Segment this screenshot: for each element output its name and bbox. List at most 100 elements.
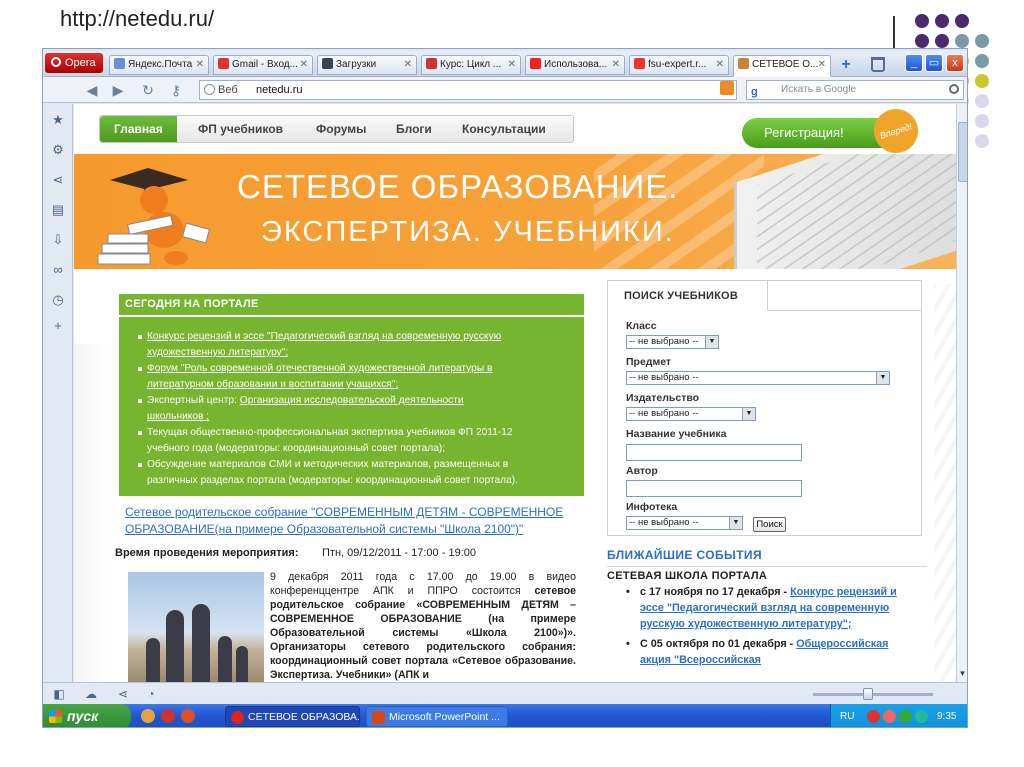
menu-item-blogs[interactable]: Блоги: [396, 116, 432, 142]
tab-downloads[interactable]: Загрузки ✕: [317, 55, 417, 75]
scrollbar-thumb[interactable]: [958, 122, 967, 182]
reload-icon[interactable]: ↻: [139, 81, 157, 99]
author-input[interactable]: [626, 480, 802, 497]
line: Организация исследовательской деятельнос…: [239, 395, 464, 406]
opera-quicklaunch-icon[interactable]: [161, 709, 175, 723]
close-tab-icon[interactable]: ✕: [508, 56, 516, 74]
menu-item-home[interactable]: Главная: [100, 116, 177, 142]
tab-label: СЕТЕВОЕ О...: [752, 59, 819, 70]
tab-gmail[interactable]: Gmail - Вход... ✕: [213, 55, 313, 75]
trash-icon[interactable]: [871, 57, 885, 72]
close-tab-icon[interactable]: ✕: [612, 56, 620, 74]
title-input[interactable]: [626, 444, 802, 461]
menu-item-fp-textbooks[interactable]: ФП учебников: [198, 116, 283, 142]
close-tab-icon[interactable]: ✕: [818, 56, 826, 74]
search-icon[interactable]: [949, 84, 959, 94]
bookmarks-star-icon[interactable]: ★: [50, 112, 66, 128]
menu-item-forums[interactable]: Форумы: [316, 116, 366, 142]
portal-school-heading: СЕТЕВАЯ ШКОЛА ПОРТАЛА: [607, 570, 768, 582]
restore-button[interactable]: ▭: [925, 54, 943, 72]
infotheque-select[interactable]: -- не выбрано -- ▼: [626, 516, 743, 530]
tab-yandex-mail[interactable]: Яндекс.Почта ✕: [109, 55, 209, 75]
powerpoint-icon: [372, 711, 385, 724]
notes-icon[interactable]: ▤: [50, 202, 66, 218]
text-bold: сетевое родительское собрание «СОВРЕМЕНН…: [270, 585, 576, 681]
gear-icon[interactable]: ⚙: [50, 142, 66, 158]
publisher-select[interactable]: -- не выбрано -- ▼: [626, 407, 756, 421]
tab-course[interactable]: Курс: Цикл ... ✕: [421, 55, 521, 75]
tray-icon[interactable]: [915, 710, 928, 723]
key-icon[interactable]: ⚷: [167, 81, 185, 99]
line: Конкурс рецензий и эссе "Педагогический …: [147, 331, 502, 342]
today-heading: СЕГОДНЯ НА ПОРТАЛЕ: [125, 298, 259, 310]
cloud-icon[interactable]: ☁: [83, 686, 99, 702]
tab-usage[interactable]: Использова... ✕: [525, 55, 625, 75]
tab-fsu-expert[interactable]: fsu-expert.r... ✕: [629, 55, 729, 75]
list-item: Форум "Роль современной отечественной ху…: [138, 361, 579, 393]
close-window-button[interactable]: x: [946, 54, 964, 72]
subject-select[interactable]: -- не выбрано -- ▼: [626, 371, 890, 385]
search-submit-button[interactable]: Поиск: [753, 517, 786, 532]
opera-menu-button[interactable]: Opera: [45, 53, 103, 73]
textbook-search-panel: ПОИСК УЧЕБНИКОВ Класс -- не выбрано -- ▼ …: [607, 280, 922, 536]
list-item: Обсуждение материалов СМИ и методических…: [138, 457, 579, 489]
new-tab-icon[interactable]: +: [837, 56, 855, 74]
select-value: -- не выбрано --: [629, 372, 699, 383]
language-indicator[interactable]: RU: [840, 704, 854, 727]
tray-icon[interactable]: [867, 710, 880, 723]
panel-toggle-icon[interactable]: ◧: [51, 686, 67, 702]
links-icon[interactable]: ∞: [50, 262, 66, 278]
menu-item-consultations[interactable]: Консультации: [462, 116, 546, 142]
task-opera[interactable]: СЕТЕВОЕ ОБРАЗОВА...: [225, 706, 360, 727]
close-tab-icon[interactable]: ✕: [404, 56, 412, 74]
close-tab-icon[interactable]: ✕: [196, 56, 204, 74]
share-icon[interactable]: ⋖: [50, 172, 66, 188]
upcoming-divider: [607, 566, 927, 567]
list-item: Текущая общественно-профессиональная экс…: [138, 425, 579, 457]
today-link[interactable]: Конкурс рецензий и эссе "Педагогический …: [147, 331, 501, 358]
gmail-icon: [218, 58, 229, 69]
title-label: Название учебника: [626, 428, 727, 440]
rss-icon[interactable]: [720, 81, 734, 95]
task-powerpoint[interactable]: Microsoft PowerPoint ...: [366, 706, 508, 727]
author-label: Автор: [626, 465, 658, 477]
tab-netedu[interactable]: СЕТЕВОЕ О... ✕: [733, 55, 831, 77]
turbo-icon[interactable]: ◔: [143, 686, 159, 702]
share-icon[interactable]: ⋖: [115, 686, 131, 702]
tab-textbook-search[interactable]: ПОИСК УЧЕБНИКОВ: [608, 281, 768, 311]
zoom-knob[interactable]: [863, 688, 873, 700]
close-tab-icon[interactable]: ✕: [300, 56, 308, 74]
today-on-portal-panel: СЕГОДНЯ НА ПОРТАЛЕ Конкурс рецензий и эс…: [119, 294, 584, 496]
tray-icon[interactable]: [899, 710, 912, 723]
line: Сетевое родительское собрание "СОВРЕМЕНН…: [125, 505, 564, 519]
add-panel-icon[interactable]: +: [50, 318, 66, 334]
quicklaunch-icon[interactable]: [181, 709, 195, 723]
address-bar[interactable]: Веб netedu.ru: [199, 80, 737, 100]
list-item: С 05 октября по 01 декабря - Общероссийс…: [626, 636, 916, 668]
banner-subtitle: ЭКСПЕРТИЗА. УЧЕБНИКИ.: [261, 216, 675, 248]
tray-icon[interactable]: [883, 710, 896, 723]
vertical-scrollbar[interactable]: [956, 104, 967, 682]
forward-arrow-icon[interactable]: ▶: [109, 81, 127, 99]
list-item: Конкурс рецензий и эссе "Педагогический …: [138, 329, 579, 361]
scroll-down-icon[interactable]: ▼: [956, 669, 967, 681]
scheme-label: Веб: [218, 84, 238, 96]
close-tab-icon[interactable]: ✕: [716, 56, 724, 74]
event-title-link[interactable]: Сетевое родительское собрание "СОВРЕМЕНН…: [125, 504, 585, 538]
chevron-down-icon: ▼: [876, 372, 889, 384]
today-link[interactable]: Форум "Роль современной отечественной ху…: [147, 363, 492, 390]
history-clock-icon[interactable]: ◷: [50, 292, 66, 308]
presentation-slide: http://netedu.ru/ Opera Яндекс.Почта ✕ Gm…: [0, 0, 1024, 767]
minimize-button[interactable]: _: [905, 54, 923, 72]
register-badge[interactable]: Вперед!: [868, 104, 924, 159]
quicklaunch-icon[interactable]: [141, 709, 155, 723]
search-field[interactable]: g Искать в Google: [746, 80, 964, 100]
opera-icon: [231, 711, 244, 724]
infotheque-label: Инфотека: [626, 501, 678, 513]
downloads-icon[interactable]: ⇩: [50, 232, 66, 248]
address-scheme: Веб: [204, 81, 238, 99]
zoom-slider[interactable]: [813, 688, 933, 700]
start-button[interactable]: пуск: [43, 704, 131, 727]
back-arrow-icon[interactable]: ◀: [83, 81, 101, 99]
class-select[interactable]: -- не выбрано -- ▼: [626, 335, 719, 349]
